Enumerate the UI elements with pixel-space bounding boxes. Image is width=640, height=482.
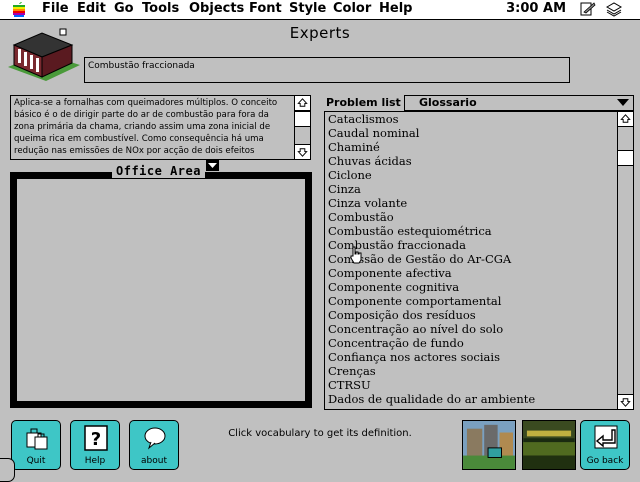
- problem-list-scrollbar[interactable]: [617, 112, 633, 409]
- office-area[interactable]: [10, 172, 312, 408]
- list-item[interactable]: Chuvas ácidas: [328, 154, 616, 168]
- svg-text:?: ?: [91, 429, 101, 450]
- definition-panel: Aplica-se a fornalhas com queimadores mú…: [10, 95, 311, 160]
- definition-scrollbar[interactable]: [294, 96, 310, 159]
- corner-tab[interactable]: [0, 458, 15, 482]
- selected-term-field: Combustão fraccionada: [84, 57, 570, 83]
- list-item[interactable]: Crenças: [328, 364, 616, 378]
- list-item[interactable]: Ciclone: [328, 168, 616, 182]
- quit-label: Quit: [26, 456, 46, 466]
- scroll-up-icon[interactable]: [618, 112, 633, 127]
- application-menu-icon[interactable]: [579, 1, 597, 17]
- menu-font[interactable]: Font: [249, 1, 282, 16]
- menu-color[interactable]: Color: [333, 1, 371, 16]
- menu-style[interactable]: Style: [289, 1, 326, 16]
- menu-tools[interactable]: Tools: [142, 1, 179, 16]
- scroll-thumb[interactable]: [618, 150, 633, 166]
- list-item[interactable]: Comissão de Gestão do Ar-CGA: [328, 252, 616, 266]
- problem-list-select[interactable]: Glossario: [404, 95, 634, 111]
- list-item[interactable]: Componente afectiva: [328, 266, 616, 280]
- building-icon: [8, 28, 80, 81]
- briefcase-icon: [26, 428, 48, 450]
- speech-bubble-icon: [144, 427, 166, 450]
- scroll-up-icon[interactable]: [295, 96, 310, 111]
- list-item[interactable]: Cinza volante: [328, 196, 616, 210]
- list-item[interactable]: CTRSU: [328, 378, 616, 392]
- menu-go[interactable]: Go: [114, 1, 134, 16]
- list-item[interactable]: Concentração de fundo: [328, 336, 616, 350]
- help-label: Help: [84, 456, 106, 466]
- quit-button[interactable]: Quit: [11, 420, 61, 470]
- question-mark-icon: ?: [84, 425, 108, 451]
- stack-icon[interactable]: [605, 1, 623, 17]
- go-back-label: Go back: [586, 456, 624, 466]
- menu-file[interactable]: File: [42, 1, 69, 16]
- menubar-clock[interactable]: 3:00 AM: [506, 1, 566, 16]
- list-item[interactable]: Componente comportamental: [328, 294, 616, 308]
- menu-bar: File Edit Go Tools Objects Font Style Co…: [0, 0, 640, 20]
- list-item[interactable]: Combustão: [328, 210, 616, 224]
- list-item[interactable]: Cinza: [328, 182, 616, 196]
- problem-list[interactable]: Cataclismos Caudal nominal Chaminé Chuva…: [324, 111, 634, 410]
- chevron-down-icon: [617, 99, 629, 106]
- menu-help[interactable]: Help: [379, 1, 412, 16]
- help-button[interactable]: ? Help: [70, 420, 120, 470]
- apple-logo-icon[interactable]: [10, 1, 28, 17]
- scroll-down-icon[interactable]: [618, 394, 633, 409]
- list-item[interactable]: Combustão fraccionada: [328, 238, 616, 252]
- list-item[interactable]: Confiança nos actores sociais: [328, 350, 616, 364]
- selected-term-text: Combustão fraccionada: [88, 61, 195, 71]
- go-back-button[interactable]: Go back: [580, 420, 630, 470]
- list-item[interactable]: Combustão estequiométrica: [328, 224, 616, 238]
- problem-list-label: Problem list: [326, 96, 401, 109]
- hand-cursor-icon: [350, 246, 362, 264]
- scroll-down-icon[interactable]: [295, 144, 310, 159]
- landscape-scene-icon[interactable]: [522, 420, 576, 470]
- dropdown-arrow-icon[interactable]: [206, 160, 219, 171]
- return-arrow-icon: [594, 425, 618, 449]
- list-item[interactable]: Componente cognitiva: [328, 280, 616, 294]
- list-item[interactable]: Composição dos resíduos: [328, 308, 616, 322]
- list-item[interactable]: Cataclismos: [328, 112, 616, 126]
- scroll-thumb[interactable]: [295, 111, 310, 127]
- list-item[interactable]: Chaminé: [328, 140, 616, 154]
- list-item[interactable]: Caudal nominal: [328, 126, 616, 140]
- menu-objects[interactable]: Objects: [189, 1, 244, 16]
- city-scene-icon[interactable]: [462, 420, 516, 470]
- about-label: about: [141, 456, 167, 466]
- list-item[interactable]: Concentração ao nível do solo: [328, 322, 616, 336]
- menu-edit[interactable]: Edit: [77, 1, 106, 16]
- definition-text: Aplica-se a fornalhas com queimadores mú…: [14, 98, 278, 156]
- office-area-label: Office Area: [112, 164, 205, 178]
- list-item[interactable]: Dados de qualidade do ar ambiente: [328, 392, 616, 406]
- status-message: Click vocabulary to get its definition.: [228, 428, 412, 439]
- problem-list-selected: Glossario: [419, 96, 477, 109]
- about-button[interactable]: about: [129, 420, 179, 470]
- window-title: Experts: [289, 24, 351, 42]
